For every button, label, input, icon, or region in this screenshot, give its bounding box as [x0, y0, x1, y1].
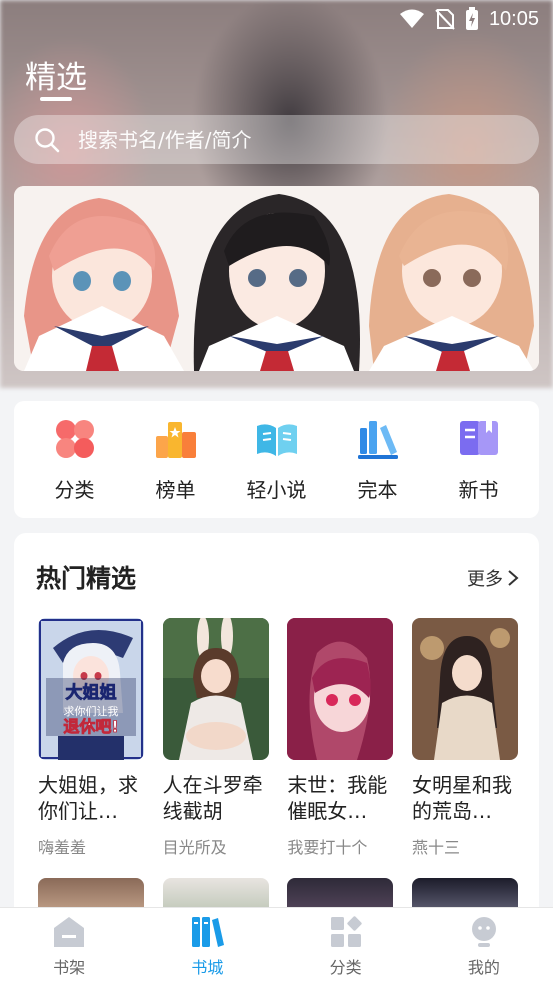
shortcut-completed[interactable]: 完本 [333, 416, 423, 503]
book-title: 人在斗罗牵线截胡 [162, 773, 263, 823]
tab-label: 书城 [191, 957, 224, 977]
book-title: 女明星和我的荒岛… [411, 773, 512, 823]
cover-title-line3: 退休吧! [63, 717, 118, 736]
status-time: 10:05 [488, 7, 539, 30]
tab-bookshelf[interactable]: 书架 [19, 914, 119, 978]
book-title: 大姐姐，求你们让… [38, 773, 138, 823]
profile-icon [471, 916, 496, 947]
cover-title-line1: 大姐姐 [66, 682, 117, 703]
shortcut-new-books[interactable]: 新书 [434, 416, 524, 503]
search-input[interactable] [78, 127, 498, 152]
book-cover [162, 618, 269, 760]
shortcut-label: 完本 [357, 478, 398, 502]
book-author: 嗨羞羞 [38, 838, 87, 857]
bookshelf-icon [54, 916, 85, 947]
banner-image[interactable] [14, 186, 539, 371]
book-card[interactable]: 大姐姐 求你们让我 退休吧! 大姐姐，求你们让… 嗨羞羞 [38, 618, 144, 858]
page-title: 精选 [25, 60, 87, 96]
wifi-icon [399, 9, 424, 28]
section-title: 热门精选 [36, 564, 137, 593]
banner-illustration [14, 186, 539, 371]
book-title: 末世：我能催眠女… [287, 773, 388, 823]
clover-icon [55, 420, 94, 458]
books-shelf-icon [357, 421, 398, 459]
shortcut-light-novel[interactable]: 轻小说 [232, 416, 322, 503]
more-label: 更多 [467, 569, 503, 590]
book-author: 燕十三 [411, 838, 460, 857]
book-card[interactable]: 人在斗罗牵线截胡 目光所及 [162, 618, 269, 858]
book-cover [411, 618, 518, 760]
no-sim-icon [435, 9, 455, 30]
cover-title-line2: 求你们让我 [64, 704, 119, 718]
book-card[interactable]: 末世：我能催眠女… 我要打十个 [287, 618, 394, 858]
book-cover [287, 618, 394, 760]
shortcut-ranking[interactable]: 榜单 [131, 416, 221, 503]
bottom-tab-bar: 书架 书城 分类 我的 [0, 907, 553, 983]
search-bar[interactable] [14, 115, 539, 164]
status-bar: 10:05 [0, 0, 553, 38]
bookstore-icon [192, 916, 225, 947]
book-author: 我要打十个 [287, 838, 368, 857]
open-book-icon [256, 424, 297, 456]
tab-category[interactable]: 分类 [296, 914, 396, 978]
book-list: 大姐姐 求你们让我 退休吧! 大姐姐，求你们让… 嗨羞羞 人在斗罗牵线截胡 目光… [38, 618, 518, 858]
category-shortcuts: 分类 榜单 轻小说 完本 新书 [14, 401, 539, 518]
shortcut-label: 新书 [458, 478, 499, 502]
hot-picks-section: 热门精选 更多 大姐姐 求你们让我 退休吧! 大姐姐，求你们让… 嗨羞羞 人在斗… [14, 533, 539, 913]
title-underline [40, 97, 72, 101]
grid-category-icon [330, 915, 362, 947]
tab-profile[interactable]: 我的 [434, 914, 534, 978]
search-icon [35, 127, 60, 152]
book-card[interactable]: 女明星和我的荒岛… 燕十三 [411, 618, 518, 858]
tab-label: 我的 [467, 957, 500, 977]
shortcut-label: 榜单 [155, 478, 196, 502]
book-author: 目光所及 [162, 838, 227, 857]
new-book-icon [459, 421, 498, 455]
tab-label: 书架 [53, 957, 86, 977]
ranking-icon [155, 422, 196, 458]
book-cover: 大姐姐 求你们让我 退休吧! [38, 618, 144, 760]
shortcut-category[interactable]: 分类 [30, 416, 120, 503]
shortcut-label: 分类 [54, 478, 95, 502]
shortcut-label: 轻小说 [246, 478, 307, 502]
battery-charging-icon [465, 7, 478, 30]
tab-label: 分类 [329, 957, 362, 977]
chevron-right-icon [508, 570, 519, 586]
tab-bookstore[interactable]: 书城 [157, 914, 257, 978]
more-button[interactable]: 更多 [467, 565, 519, 591]
